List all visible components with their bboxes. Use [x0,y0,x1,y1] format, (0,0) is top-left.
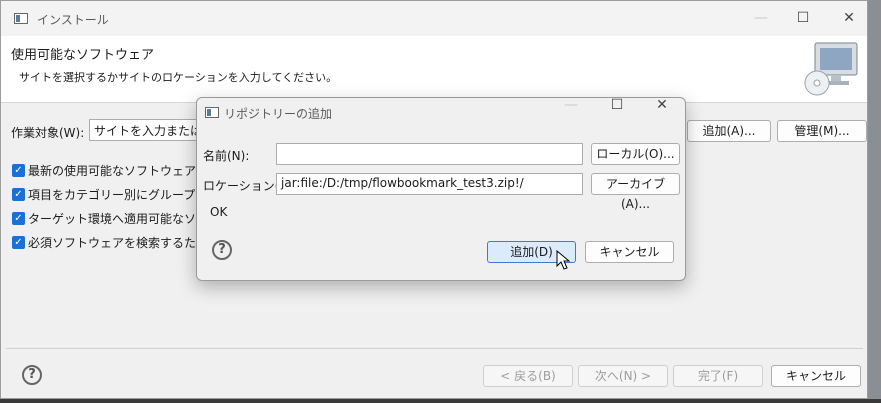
work-with-label: 作業対象(W): [11,126,85,140]
window-title: インストール [37,13,109,27]
archive-button[interactable]: アーカイブ(A)... [591,173,680,211]
next-button[interactable]: 次へ(N) > [578,365,668,387]
install-computer-icon [804,42,858,96]
option-label-group-by-category: 項目をカテゴリー別にグループ化(G) [28,188,197,202]
options-group: ✓ 最新の使用可能なソフトウェア・バージョンのみ表示 ✓ 項目をカテゴリー別にグ… [1,159,197,259]
dialog-title: リポジトリーの追加 [224,107,333,121]
app-icon [14,13,28,24]
add-repository-dialog: リポジトリーの追加 — ☐ ✕ 名前(N): ローカル(O)... ロケーション… [196,97,686,281]
mouse-cursor-icon [556,250,571,270]
option-label-contact-update-sites: 必須ソフトウェアを検索するためにインストール中にすべての更新サイトに接続 [28,236,197,250]
page-description: サイトを選択するかサイトのロケーションを入力してください。 [19,71,338,84]
dialog-maximize-button[interactable]: ☐ [595,91,639,119]
close-button[interactable]: ✕ [826,1,872,36]
checkbox-target-environment[interactable]: ✓ [12,212,25,225]
dialog-cancel-button[interactable]: キャンセル [585,241,674,263]
page-title: 使用可能なソフトウェア [11,48,155,63]
taskbar-edge [0,399,881,403]
footer-divider [6,348,863,349]
checkbox-group-by-category[interactable]: ✓ [12,188,25,201]
work-with-combo[interactable]: サイトを入力または選択 [89,119,199,141]
maximize-button[interactable]: ☐ [780,1,826,36]
back-button[interactable]: < 戻る(B) [483,365,573,387]
desktop-background [868,0,881,403]
name-input[interactable] [276,143,583,165]
checkbox-latest-versions[interactable]: ✓ [12,164,25,177]
title-bar: インストール — ☐ ✕ [1,1,867,36]
local-button[interactable]: ローカル(O)... [591,143,680,165]
minimize-button[interactable]: — [738,1,784,36]
dialog-help-icon[interactable]: ? [212,240,232,260]
dialog-app-icon [205,107,219,118]
help-icon[interactable]: ? [22,365,42,385]
add-site-button[interactable]: 追加(A)... [687,120,771,142]
name-label: 名前(N): [203,149,250,163]
option-label-target-environment: ターゲット環境へ適用可能なソフトウェアのみ表示 [28,212,197,226]
manage-sites-button[interactable]: 管理(M)... [777,120,867,142]
checkbox-contact-update-sites[interactable]: ✓ [12,236,25,249]
location-input[interactable]: jar:file:/D:/tmp/flowbookmark_test3.zip!… [276,173,583,195]
cancel-button[interactable]: キャンセル [771,365,861,387]
status-message: OK [210,205,228,219]
header-banner: 使用可能なソフトウェア サイトを選択するかサイトのロケーションを入力してください… [1,36,867,103]
dialog-minimize-button[interactable]: — [549,91,593,119]
dialog-close-button[interactable]: ✕ [640,91,684,119]
finish-button[interactable]: 完了(F) [673,365,763,387]
option-label-latest-versions: 最新の使用可能なソフトウェア・バージョンのみ表示 [28,164,197,178]
